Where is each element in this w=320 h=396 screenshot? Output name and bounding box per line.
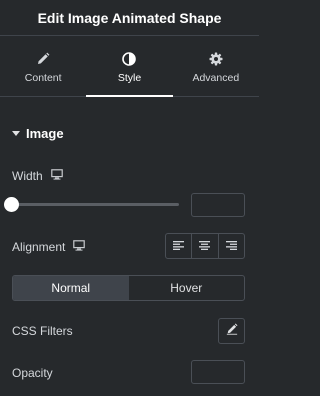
tab-content-label: Content [24, 71, 62, 84]
alignment-control-label: Alignment [12, 240, 86, 254]
alignment-button-group [165, 233, 245, 259]
align-left-button[interactable] [166, 234, 193, 258]
css-filters-edit-button[interactable] [218, 318, 245, 344]
alignment-label: Alignment [12, 240, 66, 254]
css-filters-control-label: CSS Filters [12, 324, 73, 338]
opacity-label: Opacity [12, 366, 53, 380]
tab-advanced[interactable]: Advanced [173, 37, 259, 96]
desktop-icon[interactable] [73, 240, 86, 254]
width-slider-track[interactable] [12, 203, 179, 206]
align-right-button[interactable] [219, 234, 244, 258]
pencil-icon [226, 322, 238, 340]
tab-style[interactable]: Style [86, 37, 173, 97]
width-label: Width [12, 169, 43, 183]
css-filters-label: CSS Filters [12, 324, 73, 338]
tab-style-label: Style [117, 71, 142, 84]
align-center-icon [199, 237, 211, 255]
half-circle-icon [122, 50, 137, 68]
tab-advanced-label: Advanced [192, 71, 240, 84]
width-slider-thumb[interactable] [4, 197, 19, 212]
width-control-label: Width [12, 169, 63, 183]
panel-title: Edit Image Animated Shape [37, 9, 222, 26]
state-hover-tab[interactable]: Hover [129, 276, 245, 300]
align-right-icon [225, 237, 237, 255]
align-left-icon [173, 237, 185, 255]
pencil-icon [36, 50, 50, 68]
section-header-image[interactable]: Image [12, 126, 64, 141]
state-toggle: Normal Hover [12, 275, 245, 301]
caret-down-icon [12, 131, 20, 136]
panel-tabs: Content Style Advanced [0, 37, 259, 97]
width-input[interactable] [191, 193, 245, 217]
opacity-control-label: Opacity [12, 366, 53, 380]
desktop-icon[interactable] [50, 169, 63, 183]
tab-content[interactable]: Content [0, 37, 86, 96]
state-normal-tab[interactable]: Normal [13, 276, 129, 300]
align-center-button[interactable] [192, 234, 219, 258]
gear-icon [209, 50, 223, 68]
panel-header: Edit Image Animated Shape [0, 0, 259, 36]
section-title: Image [26, 126, 64, 141]
opacity-input[interactable] [191, 360, 245, 384]
